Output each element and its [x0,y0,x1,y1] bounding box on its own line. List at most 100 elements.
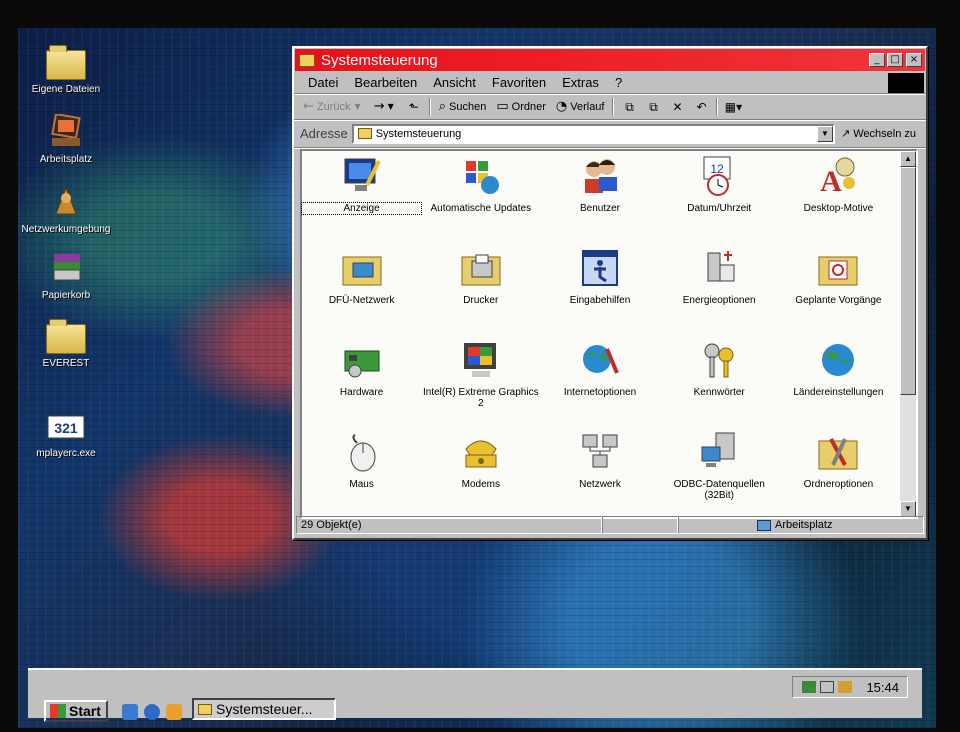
back-button[interactable]: ← Zurück ▼ [298,96,369,118]
control-panel-item-label: Automatische Updates [430,203,532,214]
toolbar-separator [716,97,719,116]
control-panel-item-dialup-network[interactable]: DFÜ-Netzwerk [302,247,421,339]
control-panel-item-mouse[interactable]: Maus [302,431,421,523]
media-player-icon[interactable] [166,704,182,720]
control-panel-item-regional-settings[interactable]: Ländereinstellungen [779,339,898,431]
control-panel-item-date-time[interactable]: 12 Datum/Uhrzeit [660,155,779,247]
desktop-icon-label: Netzwerkumgebung [21,224,111,235]
up-folder-icon[interactable]: ⬑ [404,98,424,116]
control-panel-item-folder-options[interactable]: Ordneroptionen [779,431,898,523]
scheduled-tasks-icon [817,247,859,289]
go-arrow-icon: ↗ [841,127,851,140]
desktop-icon-label: EVEREST [42,358,90,369]
control-panel-item-passwords[interactable]: Kennwörter [660,339,779,431]
address-bar: Adresse Systemsteuerung ▼ ↗ Wechseln zu [294,120,926,148]
taskbar-button-systemsteuerung[interactable]: Systemsteuer... [192,698,336,720]
forward-button[interactable]: → ▼ [369,96,402,118]
status-empty-pane [602,516,678,534]
desktop-icon-netzwerkumgebung[interactable]: Netzwerkumgebung [18,184,114,235]
menu-bearbeiten[interactable]: Bearbeiten [346,75,425,90]
control-panel-item-hardware[interactable]: Hardware [302,339,421,431]
menu-datei[interactable]: Datei [300,75,346,90]
go-button[interactable]: ↗ Wechseln zu [841,127,926,140]
menu-help[interactable]: ? [607,75,630,90]
control-panel-icon [299,53,315,67]
close-button[interactable]: × [906,53,922,67]
control-panel-item-network[interactable]: Netzwerk [540,431,659,523]
minimize-button[interactable]: _ [869,53,885,67]
control-panel-item-printer[interactable]: Drucker [421,247,540,339]
control-panel-item-label: Ordneroptionen [803,479,874,490]
clock[interactable]: 15:44 [866,680,899,695]
control-panel-item-label: Eingabehilfen [569,295,631,306]
menu-ansicht[interactable]: Ansicht [425,75,484,90]
control-panel-item-label: Anzeige [300,202,423,215]
control-panel-item-desktop-themes[interactable]: A Desktop-Motive [779,155,898,247]
control-panel-item-users[interactable]: Benutzer [540,155,659,247]
system-tray: 15:44 [792,676,908,698]
copy-to-icon[interactable]: ⧉ [643,98,663,116]
history-button[interactable]: ◔ Verlauf [551,96,610,118]
control-panel-item-label: Hardware [339,387,384,398]
toolbar-separator [428,97,431,116]
toolbar-separator [612,97,615,116]
folders-button[interactable]: ▭ Ordner [491,96,551,118]
printer-icon [460,247,502,289]
internet-explorer-icon[interactable] [144,704,160,720]
media-player-icon: 321 [46,408,86,444]
scroll-thumb[interactable] [900,167,916,395]
search-button[interactable]: ⌕ Suchen [434,96,492,118]
title-bar[interactable]: Systemsteuerung _ □ × [295,49,925,71]
delete-icon[interactable]: ✕ [667,98,687,116]
views-icon[interactable]: ▦▾ [723,98,743,116]
control-panel-item-power-options[interactable]: Energieoptionen [660,247,779,339]
desktop-icon-mplayerc[interactable]: 321 mplayerc.exe [18,408,114,459]
tray-speaker-icon[interactable] [838,681,853,693]
control-panel-item-odbc[interactable]: ODBC-Datenquellen (32Bit) [660,431,779,523]
maximize-button[interactable]: □ [887,53,903,67]
status-object-count: 29 Objekt(e) [296,516,602,534]
scroll-down-button[interactable]: ▼ [900,501,916,517]
desktop-icon-label: mplayerc.exe [36,448,96,459]
control-panel-item-accessibility[interactable]: Eingabehilfen [540,247,659,339]
tray-display-icon[interactable] [820,681,835,693]
arrow-right-icon: → [373,99,385,114]
control-panel-item-label: Desktop-Motive [803,203,874,214]
control-panel-item-label: DFÜ-Netzwerk [328,295,395,306]
graphics-icon [460,339,502,381]
start-button[interactable]: Start [44,700,108,722]
control-panel-item-graphics[interactable]: Intel(R) Extreme Graphics 2 [421,339,540,431]
move-to-icon[interactable]: ⧉ [619,98,639,116]
control-panel-item-display[interactable]: Anzeige [300,155,423,247]
control-panel-item-scheduled-tasks[interactable]: Geplante Vorgänge [779,247,898,339]
address-dropdown-button[interactable]: ▼ [817,125,833,142]
desktop-icon-everest[interactable]: EVEREST [18,318,114,369]
go-label: Wechseln zu [853,127,916,140]
windows-logo-icon [888,72,924,93]
control-panel-item-windows-update[interactable]: Automatische Updates [421,155,540,247]
control-panel-icon [357,128,372,139]
status-zone-label: Arbeitsplatz [775,519,833,531]
mouse-icon [341,431,383,473]
undo-icon[interactable]: ↶ [691,98,711,116]
desktop-icon-papierkorb[interactable]: Papierkorb [18,250,114,301]
tray-network-icon[interactable] [802,681,817,693]
users-icon [579,155,621,197]
network-icon [579,431,621,473]
address-input[interactable]: Systemsteuerung ▼ [351,123,835,144]
folder-icon [46,44,86,80]
control-panel-item-modem[interactable]: Modems [421,431,540,523]
svg-text:12: 12 [711,162,725,176]
control-panel-item-internet-options[interactable]: Internetoptionen [540,339,659,431]
vertical-scrollbar[interactable]: ▲ ▼ [900,151,916,517]
scroll-up-button[interactable]: ▲ [900,151,916,167]
show-desktop-icon[interactable] [122,704,138,720]
folders-icon: ▭ [496,99,509,114]
folder-options-icon [817,431,859,473]
menu-favoriten[interactable]: Favoriten [484,75,554,90]
windows-flag-icon [50,704,66,718]
desktop-icon-arbeitsplatz[interactable]: Arbeitsplatz [18,112,114,165]
menu-extras[interactable]: Extras [554,75,607,90]
control-panel-item-label: ODBC-Datenquellen (32Bit) [673,479,765,501]
desktop-icon-eigene-dateien[interactable]: Eigene Dateien [18,44,114,95]
